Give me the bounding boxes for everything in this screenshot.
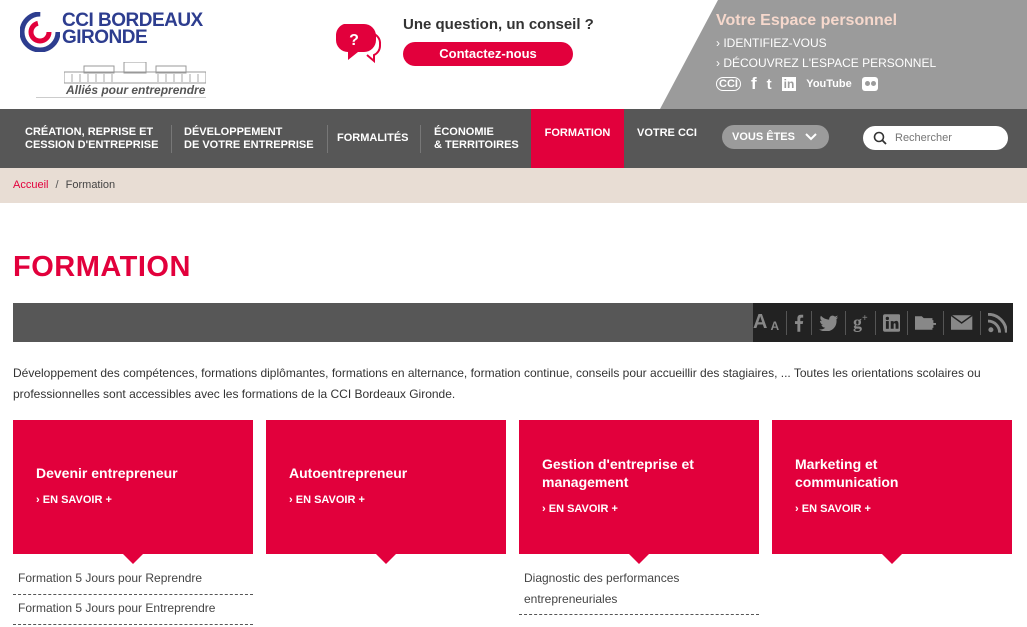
google-plus-share-icon[interactable]: g+ xyxy=(853,312,868,333)
nav-label: VOTRE CCI xyxy=(637,127,697,139)
search-icon xyxy=(873,131,887,145)
tool-divider xyxy=(874,310,876,335)
nav-label: CRÉATION, REPRISE ET xyxy=(25,125,154,138)
question-bubble-icon: ? xyxy=(335,24,382,64)
card-en-savoir-link[interactable]: › EN SAVOIR + xyxy=(289,494,365,506)
font-increase-button[interactable]: A xyxy=(753,311,767,334)
facebook-icon[interactable]: f xyxy=(751,74,757,94)
nav-label: DÉVELOPPEMENT xyxy=(184,125,283,138)
share-tools: A A g+ xyxy=(753,303,1013,342)
building-illustration-icon xyxy=(64,62,206,84)
nav-formalites[interactable]: FORMALITÉS xyxy=(337,109,421,168)
card-title: Autoentrepreneur xyxy=(289,465,408,481)
search-input[interactable] xyxy=(895,129,1000,147)
card-link-label: EN SAVOIR + xyxy=(295,494,365,506)
logo-line2: GIRONDE xyxy=(62,27,148,48)
social-links: CCI f t in YouTube xyxy=(716,74,878,94)
vous-etes-label: VOUS ÊTES xyxy=(732,131,795,143)
vous-etes-dropdown[interactable]: VOUS ÊTES xyxy=(722,125,829,149)
sub-link-formation-entreprendre[interactable]: Formation 5 Jours pour Entreprendre xyxy=(18,598,215,619)
linkedin-share-icon[interactable] xyxy=(882,313,901,332)
chevron-right-icon: › xyxy=(795,503,802,515)
chevron-right-icon: › xyxy=(36,494,43,506)
flickr-icon[interactable] xyxy=(861,77,878,91)
nav-formation[interactable]: FORMATION xyxy=(531,109,624,168)
nav-label: DE VOTRE ENTREPRISE xyxy=(184,138,314,151)
card-title: Gestion d'entreprise et management xyxy=(542,456,694,490)
nav-votre-cci[interactable]: VOTRE CCI xyxy=(637,109,697,168)
email-share-icon[interactable] xyxy=(951,315,973,330)
bookmark-folder-icon[interactable] xyxy=(915,314,937,332)
page-title: FORMATION xyxy=(13,251,191,283)
sub-link-formation-reprendre[interactable]: Formation 5 Jours pour Reprendre xyxy=(18,568,202,589)
decouvrez-espace-link[interactable]: › DÉCOUVREZ L'ESPACE PERSONNEL xyxy=(716,56,936,70)
tool-divider xyxy=(979,310,981,335)
decouvrez-espace-label: DÉCOUVREZ L'ESPACE PERSONNEL xyxy=(723,56,937,70)
chevron-right-icon: › xyxy=(289,494,296,506)
nav-creation-reprise[interactable]: CRÉATION, REPRISE ET CESSION D'ENTREPRISE xyxy=(25,109,173,168)
intro-text: Développement des compétences, formation… xyxy=(13,366,981,401)
svg-text:?: ? xyxy=(349,32,359,49)
card-title: Devenir entrepreneur xyxy=(36,465,178,481)
sub-link-divider xyxy=(13,624,253,625)
tool-divider xyxy=(943,310,945,335)
contact-button[interactable]: Contactez-nous xyxy=(403,42,573,66)
identifiez-vous-link[interactable]: › IDENTIFIEZ-VOUS xyxy=(716,36,827,50)
cci-social-icon[interactable]: CCI xyxy=(716,77,741,91)
breadcrumb-separator: / xyxy=(55,179,59,191)
nav-label: ÉCONOMIE xyxy=(434,125,494,138)
twitter-share-icon[interactable] xyxy=(818,315,839,331)
rss-feed-icon[interactable] xyxy=(987,312,1007,333)
identifiez-vous-label: IDENTIFIEZ-VOUS xyxy=(723,36,827,50)
tool-divider xyxy=(907,310,909,335)
card-link-label: EN SAVOIR + xyxy=(801,503,871,515)
cci-logo[interactable]: CCI BORDEAUX GIRONDE Alliés pour entrepr… xyxy=(20,10,220,100)
page-toolbar: A A g+ xyxy=(13,303,1013,342)
espace-title: Votre Espace personnel xyxy=(716,12,898,29)
youtube-icon[interactable]: YouTube xyxy=(806,78,851,90)
cci-logo-icon xyxy=(20,12,60,52)
tool-divider xyxy=(786,310,788,335)
nav-economie-territoires[interactable]: ÉCONOMIE & TERRITOIRES xyxy=(434,109,519,168)
breadcrumb-current: Formation xyxy=(65,179,116,191)
tool-divider xyxy=(845,310,847,335)
card-en-savoir-link[interactable]: › EN SAVOIR + xyxy=(36,494,112,506)
nav-label: CESSION D'ENTREPRISE xyxy=(25,138,159,151)
card-marketing-communication[interactable]: Marketing et communication › EN SAVOIR + xyxy=(772,420,1012,564)
card-link-label: EN SAVOIR + xyxy=(42,494,112,506)
nav-label: FORMATION xyxy=(544,127,611,139)
card-link-label: EN SAVOIR + xyxy=(548,503,618,515)
sub-link-diagnostic-performances[interactable]: Diagnostic des performances entrepreneur… xyxy=(524,568,704,610)
card-autoentrepreneur[interactable]: Autoentrepreneur › EN SAVOIR + xyxy=(266,420,506,564)
card-en-savoir-link[interactable]: › EN SAVOIR + xyxy=(795,503,871,515)
logo-divider xyxy=(36,97,206,98)
font-decrease-button[interactable]: A xyxy=(770,319,779,333)
card-devenir-entrepreneur[interactable]: Devenir entrepreneur › EN SAVOIR + xyxy=(13,420,253,564)
nav-developpement[interactable]: DÉVELOPPEMENT DE VOTRE ENTREPRISE xyxy=(184,109,328,168)
tool-divider xyxy=(810,310,812,335)
breadcrumb-home-link[interactable]: Accueil xyxy=(13,179,48,191)
linkedin-icon[interactable]: in xyxy=(781,77,797,91)
nav-divider xyxy=(419,125,421,153)
nav-label: FORMALITÉS xyxy=(337,132,409,144)
logo-tagline: Alliés pour entreprendre xyxy=(66,83,206,97)
card-en-savoir-link[interactable]: › EN SAVOIR + xyxy=(542,503,618,515)
card-gestion-entreprise[interactable]: Gestion d'entreprise et management › EN … xyxy=(519,420,759,564)
search-box xyxy=(863,126,1008,150)
facebook-share-icon[interactable] xyxy=(794,314,804,332)
chevron-right-icon: › xyxy=(542,503,549,515)
sub-link-divider xyxy=(13,594,253,595)
nav-divider xyxy=(171,125,173,153)
logo-text: CCI BORDEAUX GIRONDE xyxy=(62,11,203,48)
sub-link-divider xyxy=(519,614,759,615)
chevron-down-icon xyxy=(805,133,817,141)
twitter-icon[interactable]: t xyxy=(767,76,772,93)
nav-divider xyxy=(326,125,328,153)
nav-label: & TERRITOIRES xyxy=(434,138,519,151)
card-title: Marketing et communication xyxy=(795,456,899,490)
question-title: Une question, un conseil ? xyxy=(403,16,594,33)
breadcrumb: Accueil / Formation xyxy=(0,168,1027,203)
